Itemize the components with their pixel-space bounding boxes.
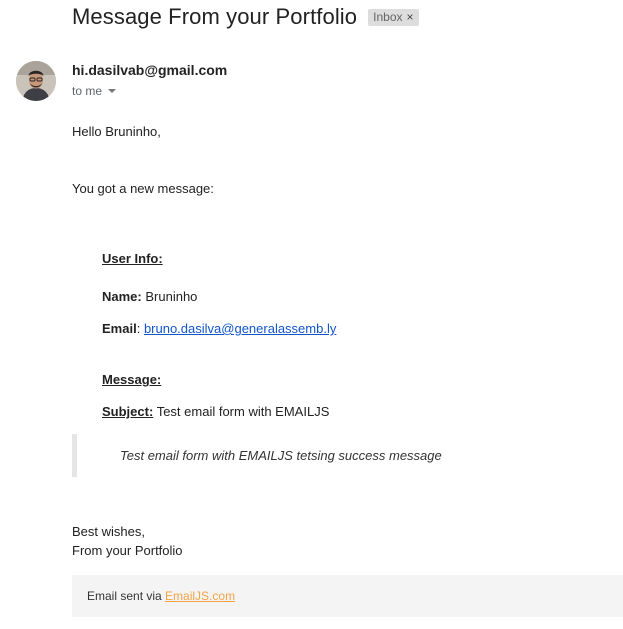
avatar-photo	[16, 61, 56, 101]
name-label: Name:	[102, 289, 142, 304]
footer-prefix: Email sent via	[87, 589, 162, 603]
sender-email[interactable]: hi.dasilvab@gmail.com	[72, 62, 227, 78]
emailjs-link[interactable]: EmailJS.com	[165, 589, 235, 603]
email-footer: Email sent via EmailJS.com	[72, 575, 623, 617]
email-header: Message From your Portfolio Inbox ×	[72, 4, 419, 30]
greeting-text: Hello Bruninho,	[72, 124, 161, 139]
name-value: Bruninho	[145, 289, 198, 304]
signoff-line-2: From your Portfolio	[72, 543, 183, 558]
message-text: Test email form with EMAILJS tetsing suc…	[120, 448, 442, 463]
email-label: Email	[102, 321, 137, 336]
signoff-line-1: Best wishes,	[72, 524, 145, 539]
intro-text: You got a new message:	[72, 181, 214, 196]
inbox-label-text: Inbox	[373, 9, 403, 24]
name-row: Name: Bruninho	[102, 289, 197, 304]
subject-value: Test email form with EMAILJS	[156, 404, 330, 419]
email-separator: :	[136, 321, 141, 336]
sender-avatar[interactable]	[16, 61, 56, 101]
subject-label: Subject:	[102, 404, 154, 419]
email-row: Email: bruno.dasilva@generalassemb.ly	[102, 321, 336, 336]
recipient-details-toggle[interactable]: to me	[72, 84, 117, 98]
email-subject: Message From your Portfolio	[72, 4, 358, 29]
user-info-heading: User Info:	[102, 251, 163, 266]
footer-text: Email sent via EmailJS.com	[87, 589, 235, 603]
quote-bar	[72, 434, 77, 477]
caret-down-icon[interactable]	[108, 89, 117, 93]
user-email-link[interactable]: bruno.dasilva@generalassemb.ly	[144, 321, 336, 336]
remove-label-icon[interactable]: ×	[407, 10, 414, 24]
recipient-text: to me	[72, 84, 103, 98]
inbox-label-chip[interactable]: Inbox ×	[368, 8, 419, 26]
subject-row: Subject: Test email form with EMAILJS	[102, 404, 329, 419]
message-heading: Message:	[102, 372, 162, 387]
